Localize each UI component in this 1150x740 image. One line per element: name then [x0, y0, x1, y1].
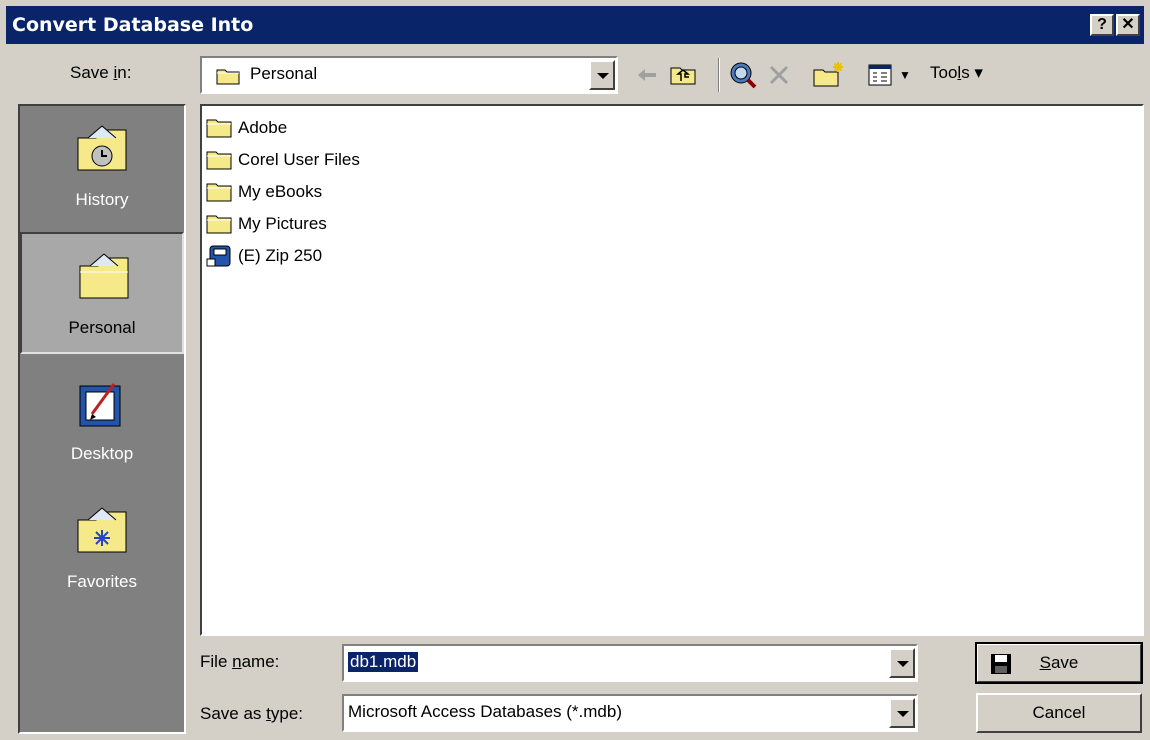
cancel-button[interactable]: Cancel [976, 693, 1142, 733]
places-favorites[interactable]: Favorites [20, 488, 184, 610]
cancel-button-label: Cancel [1032, 703, 1086, 722]
folder-icon [206, 151, 232, 170]
save-as-type-label: Save as type: [200, 704, 304, 723]
list-item[interactable]: Corel User Files [206, 146, 360, 174]
save-button[interactable]: Save [975, 642, 1143, 684]
folder-icon [206, 183, 232, 202]
file-name-label: My eBooks [238, 182, 323, 201]
delete-button[interactable] [762, 58, 796, 92]
folder-icon [206, 215, 232, 234]
personal-folder-icon [79, 253, 129, 299]
create-new-folder-button[interactable] [812, 58, 846, 92]
file-name-label: (E) Zip 250 [238, 246, 323, 265]
save-as-type-dropdown[interactable]: Microsoft Access Databases (*.mdb) [342, 694, 918, 732]
list-item[interactable]: My eBooks [206, 178, 322, 206]
views-icon [868, 64, 892, 86]
dialog-title: Convert Database Into [12, 14, 254, 36]
file-name-label: File name: [200, 652, 280, 671]
desktop-icon [79, 383, 121, 427]
favorites-folder-icon [77, 507, 127, 553]
file-list[interactable]: Adobe Corel User Files My eBooks My Pict… [200, 104, 1144, 636]
file-name-label: Adobe [238, 118, 288, 137]
back-button[interactable] [630, 58, 664, 92]
tools-menu[interactable]: Tools ▾ [930, 63, 983, 83]
places-personal-label: Personal [68, 318, 136, 337]
save-in-dropdown[interactable]: Personal [200, 56, 618, 94]
search-web-icon [730, 62, 757, 89]
file-name-label: Corel User Files [238, 150, 360, 169]
save-button-label: Save [1039, 653, 1079, 672]
save-in-dropdown-button[interactable] [589, 60, 615, 90]
file-name-dropdown-button[interactable] [889, 648, 915, 678]
save-in-value: Personal [250, 64, 318, 83]
places-bar: History Personal Desktop Favorites [18, 104, 186, 734]
history-folder-icon [77, 125, 127, 171]
close-button[interactable]: ✕ [1116, 14, 1140, 36]
title-bar[interactable]: Convert Database Into ? ✕ [6, 6, 1144, 44]
list-item[interactable]: Adobe [206, 114, 287, 142]
close-icon: ✕ [1121, 16, 1135, 33]
search-web-button[interactable] [726, 58, 760, 92]
zip-drive-icon [206, 245, 231, 267]
places-desktop[interactable]: Desktop [20, 360, 184, 482]
convert-database-dialog: Convert Database Into ? ✕ Save in: Perso… [0, 0, 1150, 740]
places-personal[interactable]: Personal [20, 232, 184, 354]
file-name-value: db1.mdb [348, 652, 419, 672]
list-item[interactable]: (E) Zip 250 [206, 242, 322, 270]
list-item[interactable]: My Pictures [206, 210, 327, 238]
places-favorites-label: Favorites [67, 572, 137, 591]
places-history[interactable]: History [20, 106, 184, 228]
views-button[interactable]: ▼ [858, 58, 920, 92]
back-arrow-icon [638, 69, 656, 81]
folder-icon [206, 119, 232, 138]
toolbar-separator [718, 58, 720, 92]
views-dropdown-arrow-icon: ▼ [899, 68, 911, 82]
up-folder-icon [670, 67, 696, 85]
places-desktop-label: Desktop [70, 444, 134, 463]
file-name-label: My Pictures [238, 214, 327, 233]
save-in-label: Save in: [70, 63, 132, 82]
delete-icon [769, 65, 789, 85]
places-history-label: History [75, 190, 129, 209]
help-button[interactable]: ? [1090, 14, 1114, 36]
floppy-disk-icon [991, 654, 1011, 674]
up-one-level-button[interactable] [666, 58, 700, 92]
help-icon: ? [1097, 16, 1107, 33]
new-folder-icon [813, 62, 843, 87]
save-as-type-dropdown-button[interactable] [889, 698, 915, 728]
save-as-type-value: Microsoft Access Databases (*.mdb) [348, 702, 622, 721]
file-name-input[interactable]: db1.mdb [342, 644, 918, 682]
folder-icon [216, 69, 240, 85]
